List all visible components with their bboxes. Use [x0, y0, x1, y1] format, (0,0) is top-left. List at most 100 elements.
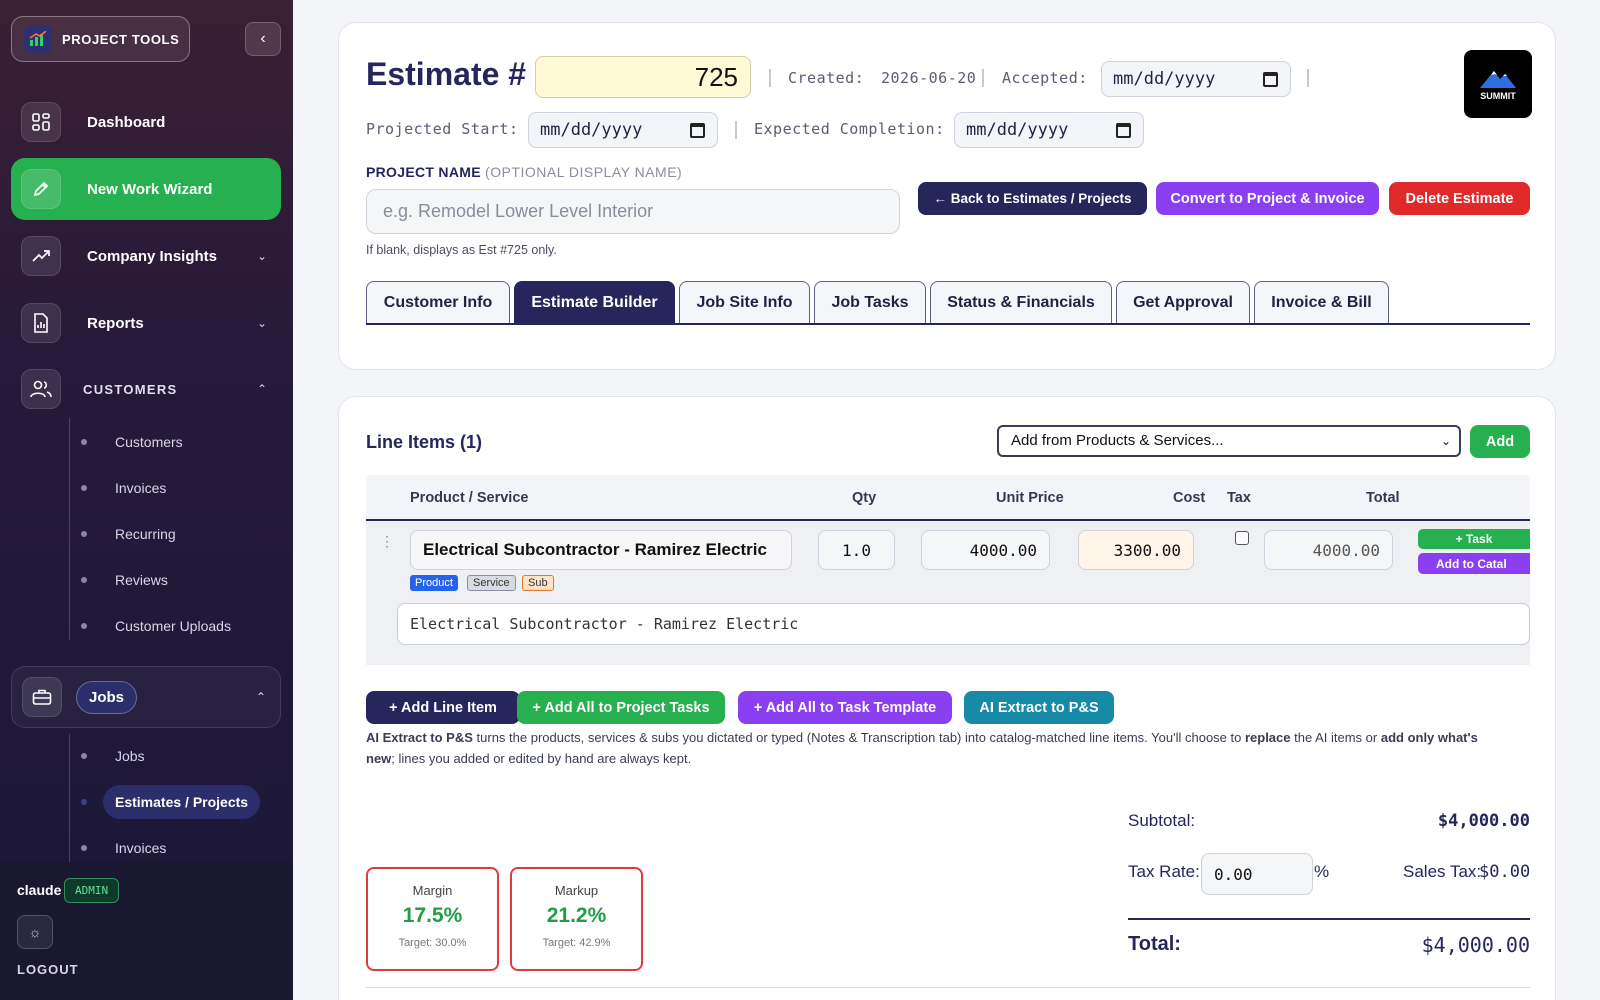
- sidebar-item-customers[interactable]: Customers: [81, 425, 262, 459]
- chevron-down-icon: ⌄: [1440, 434, 1451, 448]
- total-label: Total:: [1128, 933, 1181, 955]
- sidebar-item-reviews[interactable]: Reviews: [81, 563, 262, 597]
- nav-reports[interactable]: Reports ⌄: [11, 292, 281, 354]
- tab-job-site-info[interactable]: Job Site Info: [679, 281, 810, 323]
- ai-note-text: the AI items or: [1290, 730, 1381, 745]
- project-name-label-text: PROJECT NAME: [366, 164, 481, 180]
- unit-price-input[interactable]: 4000.00: [921, 530, 1050, 570]
- briefcase-icon: [22, 677, 62, 717]
- sidebar-item-recurring[interactable]: Recurring: [81, 517, 262, 551]
- sidebar-item-invoices[interactable]: Invoices: [81, 471, 262, 505]
- accepted-date-value: mm/dd/yyyy: [1113, 69, 1216, 89]
- logout-link[interactable]: LOGOUT: [17, 962, 79, 977]
- type-badge-service[interactable]: Service: [467, 575, 516, 591]
- ai-extract-button[interactable]: AI Extract to P&S: [964, 691, 1114, 724]
- catalog-select[interactable]: Add from Products & Services... ⌄: [997, 425, 1461, 457]
- col-unit-price: Unit Price: [996, 490, 1064, 506]
- project-name-input[interactable]: e.g. Remodel Lower Level Interior: [366, 189, 900, 234]
- catalog-select-value: Add from Products & Services...: [1011, 432, 1224, 449]
- col-product-service: Product / Service: [410, 490, 529, 506]
- col-tax: Tax: [1227, 490, 1251, 506]
- expected-completion-input[interactable]: mm/dd/yyyy: [954, 112, 1144, 148]
- cost-input[interactable]: 3300.00: [1078, 530, 1194, 570]
- nav-dashboard[interactable]: Dashboard: [11, 91, 281, 153]
- theme-toggle-button[interactable]: ☼: [17, 915, 53, 949]
- markup-value: 21.2%: [546, 904, 607, 927]
- bullet-icon: [81, 485, 87, 491]
- nav-new-work-wizard-label: New Work Wizard: [87, 180, 213, 198]
- company-logo: SUMMIT: [1464, 50, 1532, 118]
- add-task-button[interactable]: + Task: [1418, 529, 1530, 549]
- total-field: 4000.00: [1264, 530, 1393, 570]
- convert-to-project-button[interactable]: Convert to Project & Invoice: [1156, 182, 1379, 215]
- users-icon: [21, 369, 61, 409]
- subtotal-value: $4,000.00: [1437, 811, 1530, 831]
- tax-rate-label: Tax Rate:: [1128, 862, 1200, 881]
- type-badge-sub[interactable]: Sub: [522, 575, 554, 591]
- projected-start-input[interactable]: mm/dd/yyyy: [528, 112, 718, 148]
- sidebar-item-label: Reviews: [115, 572, 168, 588]
- tab-status-financials[interactable]: Status & Financials: [930, 281, 1112, 323]
- bullet-icon: [81, 439, 87, 445]
- created-label: Created:: [788, 69, 865, 87]
- delete-estimate-button[interactable]: Delete Estimate: [1389, 182, 1530, 215]
- calendar-icon: [1116, 123, 1131, 138]
- estimate-number-input[interactable]: 725: [535, 56, 751, 98]
- brand-button[interactable]: PROJECT TOOLS: [11, 16, 190, 62]
- margin-value: 17.5%: [402, 904, 463, 927]
- brand-label: PROJECT TOOLS: [62, 31, 180, 47]
- add-line-item-button[interactable]: + Add Line Item: [366, 691, 520, 724]
- sun-icon: ☼: [28, 924, 42, 940]
- product-name-input[interactable]: Electrical Subcontractor - Ramirez Elect…: [410, 530, 792, 570]
- bullet-icon: [81, 577, 87, 583]
- sidebar-item-jobs[interactable]: Jobs: [81, 739, 262, 773]
- description-textarea[interactable]: Electrical Subcontractor - Ramirez Elect…: [397, 603, 1530, 645]
- bullet-icon: [81, 531, 87, 537]
- qty-input[interactable]: 1.0: [818, 530, 895, 570]
- nav-customers-section[interactable]: CUSTOMERS ⌃: [11, 358, 281, 420]
- sidebar-item-estimates-projects[interactable]: Estimates / Projects: [81, 785, 262, 819]
- chevron-left-icon: ‹: [260, 30, 266, 47]
- estimate-tabs: Customer Info Estimate Builder Job Site …: [366, 281, 1530, 325]
- project-name-sublabel: (OPTIONAL DISPLAY NAME): [485, 164, 683, 180]
- nav-new-work-wizard[interactable]: New Work Wizard: [11, 158, 281, 220]
- tab-get-approval[interactable]: Get Approval: [1116, 281, 1250, 323]
- add-all-to-task-template-button[interactable]: + Add All to Task Template: [738, 691, 952, 724]
- back-to-estimates-button[interactable]: ← Back to Estimates / Projects: [918, 182, 1147, 215]
- nav-reports-label: Reports: [87, 314, 144, 332]
- divider: [366, 987, 1530, 988]
- collapse-sidebar-button[interactable]: ‹: [245, 22, 281, 56]
- projected-start-value: mm/dd/yyyy: [540, 120, 643, 140]
- sidebar-item-label: Customer Uploads: [115, 618, 231, 634]
- user-name: claude: [17, 882, 62, 898]
- sidebar-item-customer-uploads[interactable]: Customer Uploads: [81, 609, 262, 643]
- type-badge-product[interactable]: Product: [410, 575, 458, 591]
- nav-company-insights[interactable]: Company Insights ⌄: [11, 225, 281, 287]
- expected-completion-value: mm/dd/yyyy: [966, 120, 1069, 140]
- margin-label: Margin: [412, 883, 453, 898]
- tab-estimate-builder[interactable]: Estimate Builder: [514, 281, 675, 323]
- tax-rate-input[interactable]: 0.00: [1201, 853, 1313, 895]
- ai-note-bold: replace: [1244, 730, 1291, 745]
- tab-customer-info[interactable]: Customer Info: [366, 281, 510, 323]
- add-all-to-project-tasks-button[interactable]: + Add All to Project Tasks: [517, 691, 725, 724]
- tab-invoice-bill[interactable]: Invoice & Bill: [1254, 281, 1389, 323]
- chevron-up-icon: ⌃: [255, 690, 266, 704]
- accepted-date-input[interactable]: mm/dd/yyyy: [1101, 61, 1291, 97]
- logo-text: SUMMIT: [1480, 91, 1516, 101]
- nav-jobs-group[interactable]: Jobs ⌃: [11, 666, 281, 728]
- ai-note-bold: AI Extract to P&S: [366, 730, 473, 745]
- add-to-catalog-button[interactable]: Add to Catal: [1418, 553, 1530, 574]
- sales-tax-value: $0.00: [1479, 862, 1531, 882]
- add-catalog-item-button[interactable]: Add: [1470, 425, 1530, 458]
- drag-handle-icon[interactable]: ⋮: [380, 533, 394, 550]
- sidebar-footer: claude ADMIN ☼ LOGOUT: [0, 862, 293, 1000]
- sidebar-item-job-invoices[interactable]: Invoices: [81, 831, 262, 865]
- accepted-label: Accepted:: [1002, 69, 1088, 87]
- role-badge: ADMIN: [64, 878, 120, 903]
- chevron-down-icon: ⌄: [256, 249, 267, 263]
- divider: [769, 69, 771, 87]
- tab-job-tasks[interactable]: Job Tasks: [814, 281, 926, 323]
- sidebar: PROJECT TOOLS ‹ Dashboard New Work Wizar…: [0, 0, 293, 1000]
- tax-checkbox[interactable]: [1235, 531, 1249, 545]
